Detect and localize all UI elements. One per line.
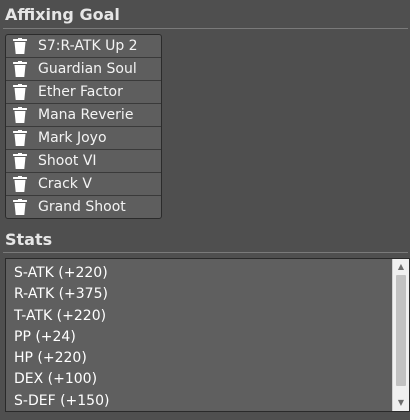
trash-icon[interactable] (13, 176, 27, 192)
goal-item[interactable]: S7:R-ATK Up 2 (6, 35, 161, 57)
goal-item-label: Grand Shoot (38, 199, 126, 215)
stats-scrollbar[interactable]: ▲ ▼ (392, 259, 409, 411)
trash-icon[interactable] (13, 199, 27, 215)
goal-item[interactable]: Mark Joyo (6, 126, 161, 149)
goal-item[interactable]: Grand Shoot (6, 195, 161, 218)
affixing-goal-divider (3, 28, 408, 29)
trash-icon[interactable] (13, 153, 27, 169)
trash-icon[interactable] (13, 84, 27, 100)
goal-item[interactable]: Crack V (6, 172, 161, 195)
stat-line: S-DEF (+150) (14, 392, 110, 409)
scroll-down-arrow-icon[interactable]: ▼ (393, 396, 409, 410)
goal-item-label: Ether Factor (38, 84, 123, 100)
goal-item-label: Mana Reverie (38, 107, 134, 123)
stat-line: T-ATK (+220) (14, 307, 107, 324)
goal-item-label: Crack V (38, 176, 92, 192)
scroll-up-arrow-icon[interactable]: ▲ (393, 260, 409, 274)
stat-line: DEX (+100) (14, 371, 98, 388)
scroll-thumb[interactable] (396, 275, 406, 386)
goal-item[interactable]: Ether Factor (6, 80, 161, 103)
stat-line: S-ATK (+220) (14, 265, 108, 281)
trash-icon[interactable] (13, 61, 27, 77)
affixing-goal-list: S7:R-ATK Up 2 Guardian Soul Ether Factor… (5, 34, 162, 219)
goal-item[interactable]: Shoot VI (6, 149, 161, 172)
stat-line: R-ATK (+375) (14, 286, 108, 303)
stats-heading: Stats (5, 230, 53, 249)
goal-item-label: Guardian Soul (38, 61, 137, 77)
trash-icon[interactable] (13, 130, 27, 146)
affixing-goal-heading: Affixing Goal (5, 5, 120, 24)
goal-item[interactable]: Mana Reverie (6, 103, 161, 126)
stats-list: S-ATK (+220) R-ATK (+375) T-ATK (+220) P… (6, 259, 391, 411)
stats-divider (3, 252, 408, 253)
goal-item[interactable]: Guardian Soul (6, 57, 161, 80)
goal-item-label: Mark Joyo (38, 130, 107, 146)
stat-line: HP (+220) (14, 350, 87, 367)
stats-listbox[interactable]: S-ATK (+220) R-ATK (+375) T-ATK (+220) P… (5, 258, 410, 412)
trash-icon[interactable] (13, 107, 27, 123)
goal-item-label: Shoot VI (38, 153, 97, 169)
stat-line: PP (+24) (14, 328, 76, 345)
goal-item-label: S7:R-ATK Up 2 (38, 38, 138, 54)
trash-icon[interactable] (13, 38, 27, 54)
